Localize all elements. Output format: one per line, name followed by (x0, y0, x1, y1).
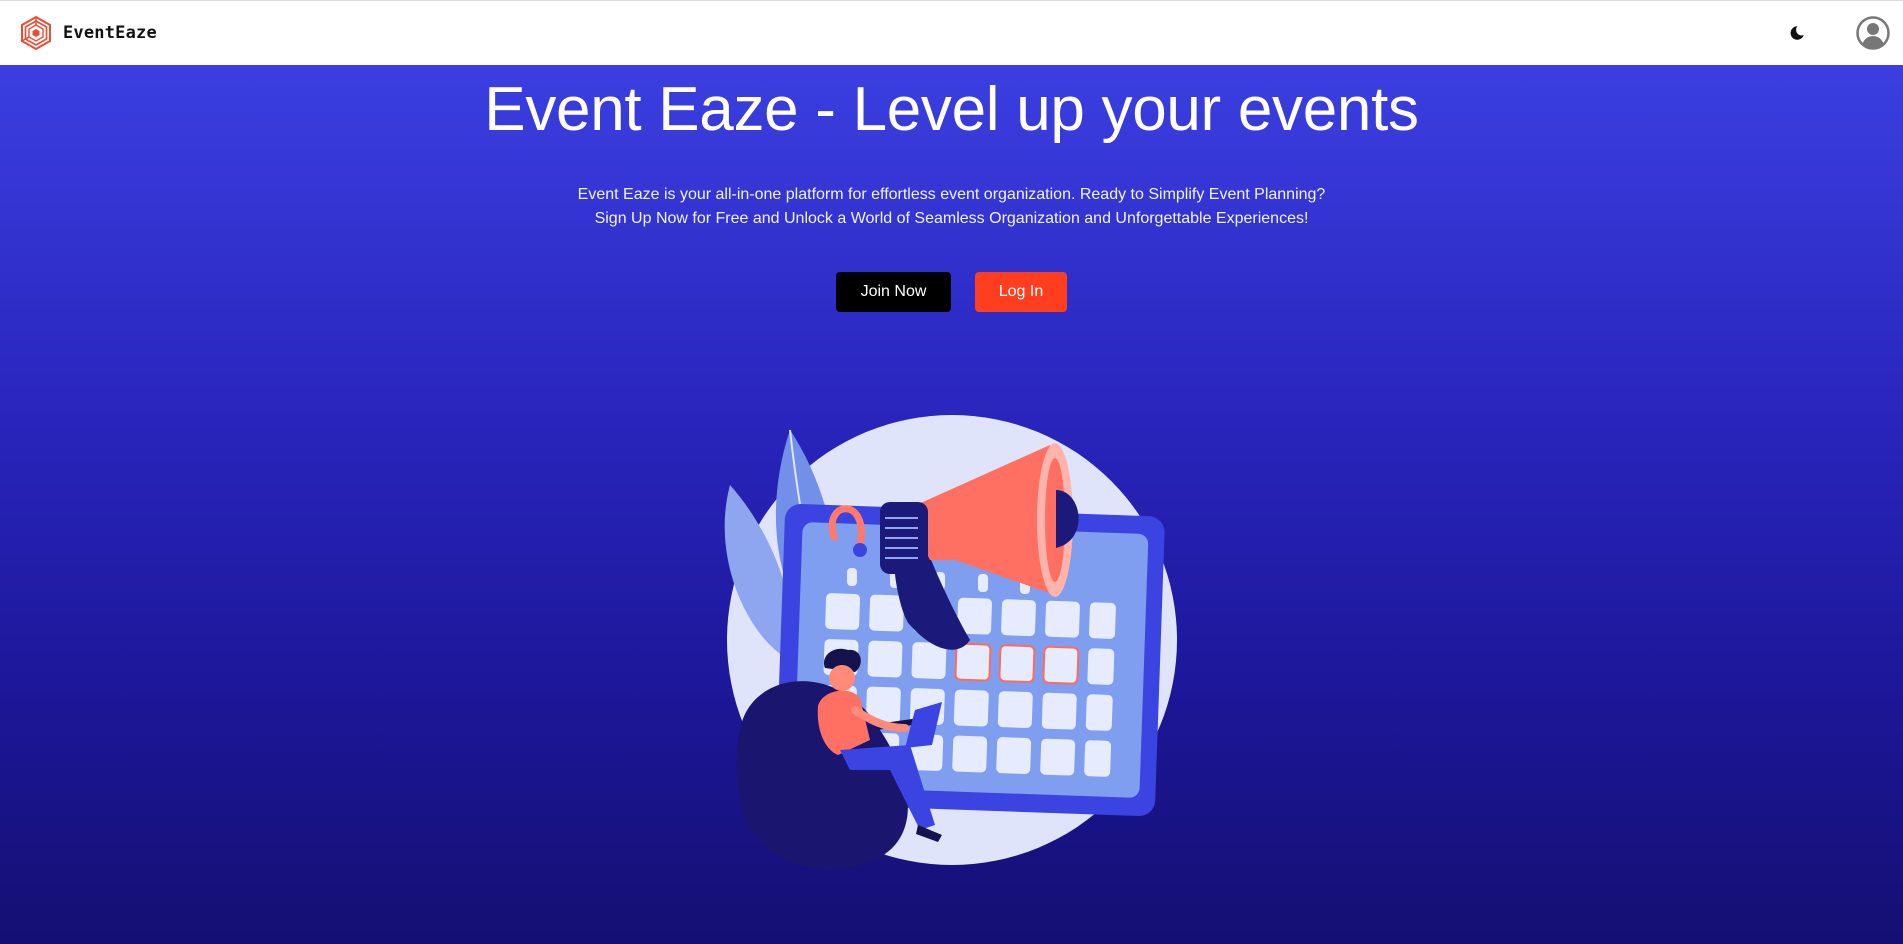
brand-home-link[interactable]: EventEaze (18, 15, 157, 51)
join-now-button[interactable]: Join Now (836, 272, 951, 312)
header-actions (1783, 15, 1891, 51)
theme-toggle-button[interactable] (1783, 19, 1811, 47)
hexagon-cube-logo-icon (21, 15, 51, 51)
hero-subtitle-line-2: Sign Up Now for Free and Unlock a World … (594, 210, 1309, 227)
hero-subtitle-line-1: Event Eaze is your all-in-one platform f… (577, 186, 1326, 203)
hero-title: Event Eaze - Level up your events (484, 75, 1419, 144)
brand-name: EventEaze (63, 23, 157, 43)
hero-subtitle: Event Eaze is your all-in-one platform f… (0, 183, 1903, 231)
cta-buttons: Join Now Log In (0, 272, 1903, 312)
hero-section: Event Eaze - Level up your events Event … (0, 65, 1903, 944)
top-navbar: EventEaze (0, 0, 1903, 65)
profile-button[interactable] (1855, 15, 1891, 51)
calendar-megaphone-illustration-icon (724, 415, 1177, 869)
log-in-button[interactable]: Log In (975, 272, 1067, 312)
moon-icon (1790, 26, 1804, 40)
user-avatar-icon (1856, 16, 1890, 50)
